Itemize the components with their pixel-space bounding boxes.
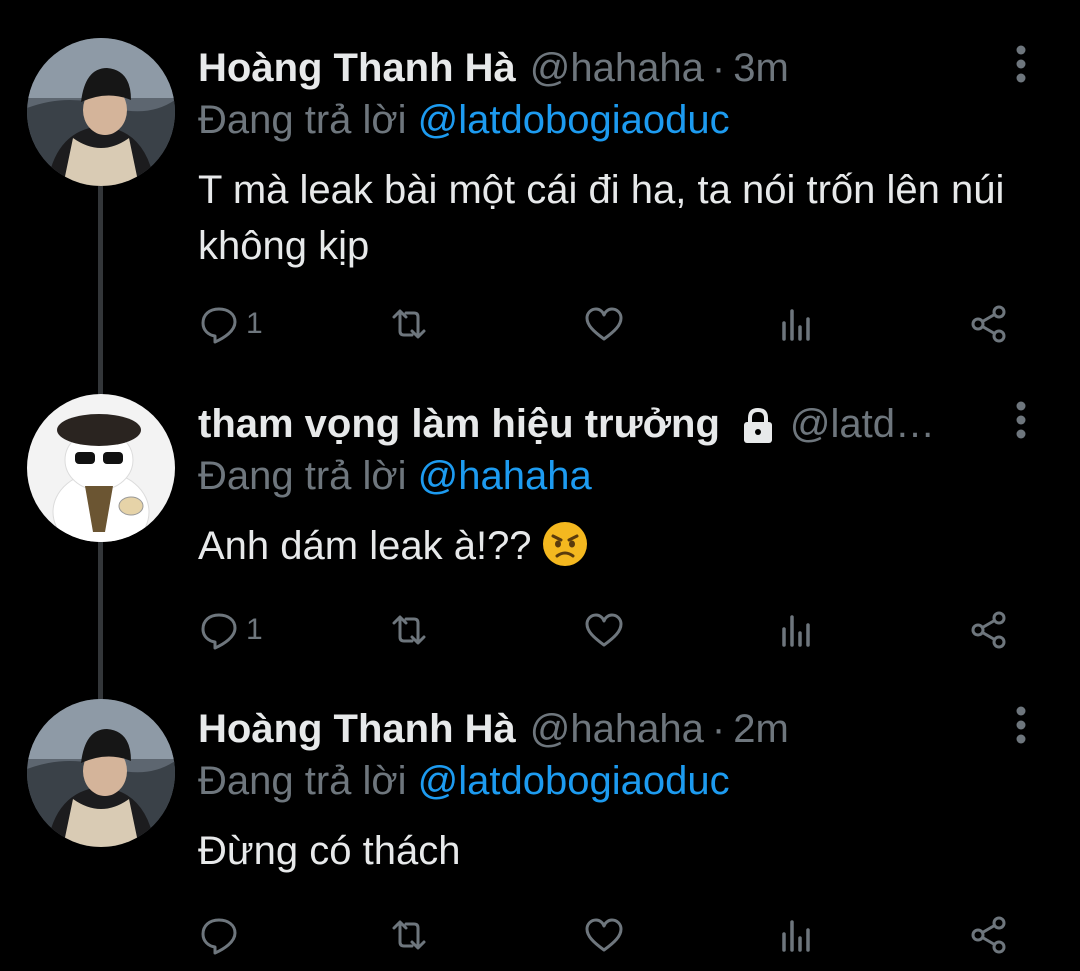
reply-icon — [201, 307, 237, 344]
timestamp[interactable]: 3m — [733, 44, 789, 92]
tweet-header: Hoàng Thanh Hà @hahaha · 2m — [198, 705, 789, 753]
avatar[interactable] — [27, 394, 175, 542]
analytics-button[interactable] — [776, 608, 818, 652]
like-button[interactable] — [583, 302, 625, 346]
action-bar: 1 — [198, 608, 1018, 652]
reply-button[interactable] — [198, 913, 246, 957]
analytics-button[interactable] — [776, 302, 818, 346]
action-bar — [198, 913, 1018, 957]
replying-to-label: Đang trả lời — [198, 98, 407, 142]
avatar-man-beanie-icon — [27, 699, 175, 847]
more-options-button[interactable] — [1004, 44, 1038, 84]
replying-to: Đang trả lời @latdobogiaoduc — [198, 757, 730, 805]
more-options-icon — [1016, 706, 1026, 744]
tweet-header: Hoàng Thanh Hà @hahaha · 3m — [198, 44, 789, 92]
display-name[interactable]: Hoàng Thanh Hà — [198, 705, 516, 753]
tweet[interactable]: Hoàng Thanh Hà @hahaha · 3m Đang trả lời… — [0, 0, 1080, 360]
analytics-icon — [782, 615, 810, 647]
mention-link[interactable]: @latdobogiaoduc — [418, 759, 730, 803]
tweet-text-body: Anh dám leak à!?? — [198, 524, 532, 568]
retweet-button[interactable] — [388, 608, 430, 652]
reply-count: 1 — [246, 613, 263, 646]
separator: · — [711, 707, 726, 751]
like-icon — [585, 918, 623, 952]
avatar-man-beanie-icon — [27, 38, 175, 186]
display-name[interactable]: Hoàng Thanh Hà — [198, 44, 516, 92]
reply-count: 1 — [246, 307, 263, 340]
more-options-button[interactable] — [1004, 705, 1038, 745]
avatar-cat-sunglasses-icon — [27, 394, 175, 542]
analytics-button[interactable] — [776, 913, 818, 957]
replying-to: Đang trả lời @hahaha — [198, 452, 592, 500]
reply-button[interactable]: 1 — [198, 302, 263, 346]
share-button[interactable] — [968, 302, 1010, 346]
mention-link[interactable]: @hahaha — [418, 454, 592, 498]
more-options-button[interactable] — [1004, 400, 1038, 440]
more-options-icon — [1016, 45, 1026, 83]
timestamp[interactable]: 2m — [733, 705, 789, 753]
share-button[interactable] — [968, 608, 1010, 652]
retweet-icon — [392, 615, 426, 645]
reply-icon — [201, 918, 237, 955]
share-icon — [971, 611, 1006, 649]
share-button[interactable] — [968, 913, 1010, 957]
like-icon — [585, 613, 623, 647]
display-name[interactable]: tham vọng làm hiệu trưởng — [198, 400, 720, 448]
reply-icon — [201, 613, 237, 650]
tweet-text: Đừng có thách — [198, 829, 461, 873]
username[interactable]: @hahaha — [530, 44, 704, 92]
like-icon — [585, 307, 623, 341]
action-bar: 1 — [198, 302, 1018, 346]
reply-button[interactable]: 1 — [198, 608, 263, 652]
more-options-icon — [1016, 401, 1026, 439]
retweet-button[interactable] — [388, 302, 430, 346]
tweet[interactable]: tham vọng làm hiệu trưởng @latd… Đang tr… — [0, 356, 1080, 676]
lock-icon — [740, 406, 776, 446]
replying-to-label: Đang trả lời — [198, 759, 407, 803]
tweet-text: T mà leak bài một cái đi ha, ta nói trốn… — [198, 168, 1005, 268]
analytics-icon — [782, 920, 810, 952]
angry-face-emoji-icon — [542, 521, 588, 567]
tweet-header: tham vọng làm hiệu trưởng @latd… — [198, 400, 935, 448]
retweet-icon — [392, 309, 426, 339]
analytics-icon — [782, 309, 810, 341]
username[interactable]: @hahaha — [530, 705, 704, 753]
retweet-button[interactable] — [388, 913, 430, 957]
retweet-icon — [392, 920, 426, 950]
like-button[interactable] — [583, 913, 625, 957]
separator: · — [711, 46, 726, 90]
username[interactable]: @latd… — [790, 400, 935, 448]
share-icon — [971, 916, 1006, 954]
tweet[interactable]: Hoàng Thanh Hà @hahaha · 2m Đang trả lời… — [0, 661, 1080, 971]
share-icon — [971, 305, 1006, 343]
avatar[interactable] — [27, 699, 175, 847]
mention-link[interactable]: @latdobogiaoduc — [418, 98, 730, 142]
replying-to-label: Đang trả lời — [198, 454, 407, 498]
tweet-text: Anh dám leak à!?? — [198, 518, 1058, 574]
avatar[interactable] — [27, 38, 175, 186]
like-button[interactable] — [583, 608, 625, 652]
replying-to: Đang trả lời @latdobogiaoduc — [198, 96, 730, 144]
